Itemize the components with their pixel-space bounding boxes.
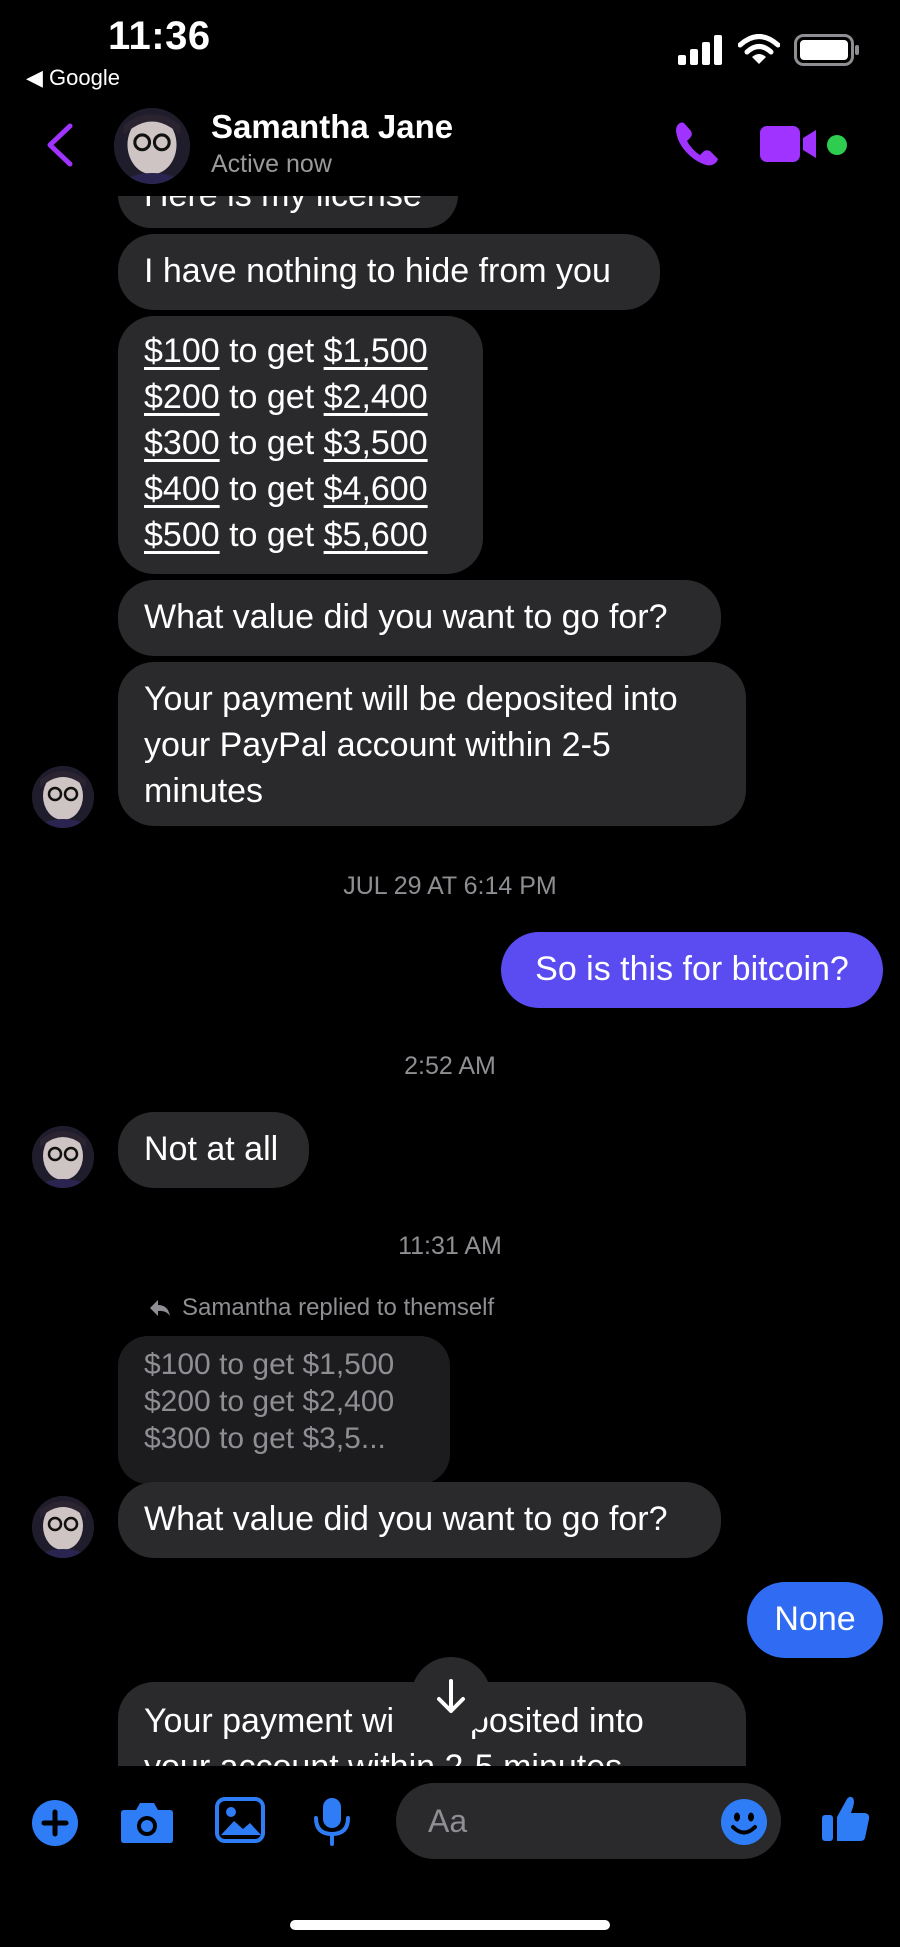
message-text: Not at all — [144, 1130, 279, 1168]
timestamp: 11:31 AM — [398, 1232, 502, 1260]
gallery-button[interactable] — [215, 1797, 265, 1848]
link-reward[interactable]: $3,500 — [324, 424, 428, 462]
status-time: 11:36 — [108, 14, 211, 58]
wifi-icon — [738, 34, 780, 64]
image-icon — [215, 1797, 265, 1843]
link-amount[interactable]: $300 — [144, 424, 220, 462]
emoji-button[interactable] — [720, 1798, 768, 1851]
offer-list-bubble[interactable]: $100 to get $1,500 $200 to get $2,400 $3… — [118, 316, 483, 574]
offer-line: $200 to get $2,400 — [144, 374, 457, 420]
link-amount[interactable]: $500 — [144, 516, 220, 554]
sent-message-bubble[interactable]: None — [747, 1582, 883, 1658]
message-text: I have nothing to hide from you — [144, 252, 611, 290]
reply-label-text: Samantha replied to themself — [182, 1294, 495, 1321]
voice-message-button[interactable] — [312, 1796, 352, 1851]
arrow-down-icon — [437, 1679, 465, 1713]
scroll-to-bottom-button[interactable] — [411, 1657, 491, 1737]
message-text: None — [774, 1600, 856, 1638]
offer-text: to get — [229, 378, 315, 416]
plus-circle-icon — [32, 1800, 78, 1846]
phone-icon — [676, 122, 718, 166]
video-call-button[interactable] — [760, 124, 820, 169]
contact-avatar[interactable] — [114, 108, 190, 184]
offer-text: to get — [229, 516, 315, 554]
offer-text: to get — [229, 424, 315, 462]
presence-status: Active now — [211, 150, 332, 178]
link-reward[interactable]: $4,600 — [324, 470, 428, 508]
link-amount[interactable]: $400 — [144, 470, 220, 508]
like-button[interactable] — [820, 1793, 872, 1850]
back-triangle-icon: ◀ — [26, 65, 43, 90]
message-text: your PayPal account within 2-5 — [144, 726, 611, 764]
avatar-image — [114, 108, 190, 184]
quoted-text: $300 to get $3,5... — [144, 1422, 386, 1455]
avatar-image — [32, 766, 94, 828]
offer-line: $100 to get $1,500 — [144, 328, 457, 374]
offer-line: $300 to get $3,500 — [144, 420, 457, 466]
back-app-label: Google — [49, 65, 120, 90]
battery-icon — [794, 34, 859, 66]
message-bubble[interactable]: I have nothing to hide from you — [118, 234, 660, 310]
smiley-icon — [721, 1799, 767, 1845]
add-button[interactable] — [32, 1800, 78, 1851]
message-text-part: Your payment wi — [144, 1702, 395, 1740]
link-amount[interactable]: $100 — [144, 332, 220, 370]
home-indicator — [290, 1920, 610, 1930]
reply-indicator: Samantha replied to themself — [148, 1294, 494, 1322]
quoted-message[interactable]: $100 to get $1,500 $200 to get $2,400 $3… — [118, 1336, 450, 1484]
contact-name[interactable]: Samantha Jane — [211, 108, 453, 146]
message-bubble[interactable]: What value did you want to go for? — [118, 1482, 721, 1558]
avatar[interactable] — [32, 1496, 94, 1558]
timestamp: 2:52 AM — [404, 1052, 496, 1080]
offer-line: $400 to get $4,600 — [144, 466, 457, 512]
quoted-text: $100 to get $1,500 — [144, 1348, 395, 1381]
link-reward[interactable]: $5,600 — [324, 516, 428, 554]
avatar-image — [32, 1496, 94, 1558]
link-reward[interactable]: $1,500 — [324, 332, 428, 370]
chevron-left-icon — [47, 123, 73, 167]
link-reward[interactable]: $2,400 — [324, 378, 428, 416]
message-bubble[interactable]: What value did you want to go for? — [118, 580, 721, 656]
video-camera-icon — [760, 126, 816, 162]
message-text: What value did you want to go for? — [144, 1500, 668, 1538]
signal-icon — [678, 35, 722, 65]
timestamp: JUL 29 AT 6:14 PM — [343, 872, 557, 900]
reply-arrow-icon — [150, 1300, 170, 1316]
audio-call-button[interactable] — [670, 117, 724, 176]
microphone-icon — [314, 1798, 350, 1846]
camera-button[interactable] — [120, 1800, 174, 1849]
message-text: minutes — [144, 772, 264, 810]
sent-message-bubble[interactable]: So is this for bitcoin? — [501, 932, 883, 1008]
status-icons — [678, 34, 860, 66]
thumbs-up-icon — [822, 1796, 870, 1841]
message-text: Your payment will be deposited into — [144, 680, 678, 718]
quoted-text: $200 to get $2,400 — [144, 1385, 395, 1418]
link-amount[interactable]: $200 — [144, 378, 220, 416]
offer-text: to get — [229, 470, 315, 508]
message-bubble[interactable]: Not at all — [118, 1112, 309, 1188]
avatar[interactable] — [32, 1126, 94, 1188]
message-bubble[interactable]: Your payment will be deposited into your… — [118, 662, 746, 826]
back-to-app-link[interactable]: ◀ Google — [26, 65, 120, 91]
offer-text: to get — [229, 332, 315, 370]
chat-thread: Here is my license I have nothing to hid… — [0, 0, 900, 1766]
avatar-image — [32, 1126, 94, 1188]
avatar[interactable] — [32, 766, 94, 828]
active-status-dot — [827, 135, 847, 155]
message-text: So is this for bitcoin? — [535, 950, 849, 988]
offer-line: $500 to get $5,600 — [144, 512, 457, 558]
back-button[interactable] — [40, 120, 80, 175]
camera-icon — [121, 1803, 173, 1843]
message-text: your account within 2-5 minutes — [144, 1744, 720, 1766]
message-text: What value did you want to go for? — [144, 598, 668, 636]
